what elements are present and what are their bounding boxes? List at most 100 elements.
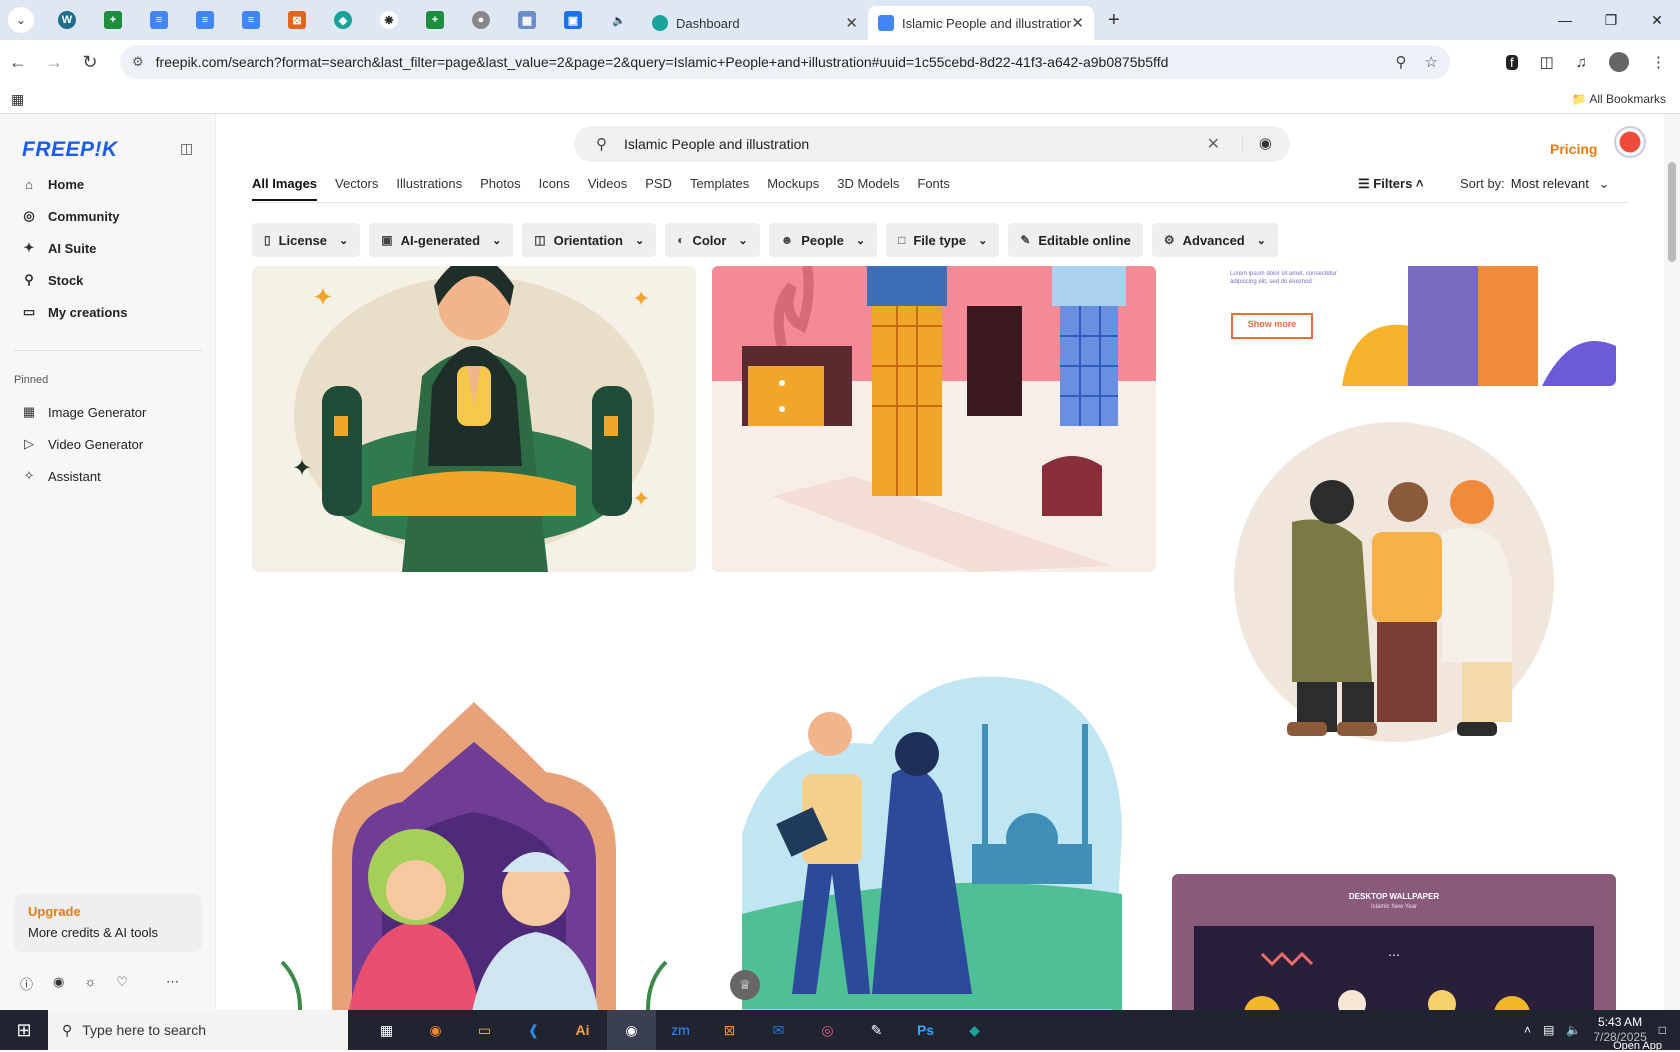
notification-center-icon[interactable]: □ xyxy=(1659,1023,1666,1037)
file-explorer-icon[interactable]: ▭ xyxy=(460,1010,509,1050)
taskbar-search-input[interactable]: ⚲ Type here to search xyxy=(48,1010,348,1050)
result-card-three-people[interactable] xyxy=(1172,402,1616,742)
tab-dashboard[interactable]: Dashboard ✕ xyxy=(642,6,868,40)
filters-toggle[interactable]: ☰ Filters ˄ xyxy=(1358,176,1424,192)
media-control-icon[interactable]: ♫ xyxy=(1576,54,1587,71)
creative-cloud-icon[interactable]: ◎ xyxy=(803,1010,852,1050)
chip-advanced[interactable]: ⚙ Advanced ⌄ xyxy=(1151,223,1278,257)
chip-ai-generated[interactable]: ▣ AI-generated ⌄ xyxy=(369,223,514,257)
result-card-couple-mosque[interactable] xyxy=(712,614,1156,1010)
vscode-icon[interactable]: ❰ xyxy=(509,1010,558,1050)
help-icon[interactable]: ⓘ xyxy=(20,974,33,993)
pricing-link[interactable]: Pricing xyxy=(1550,141,1597,157)
tab-mockups[interactable]: Mockups xyxy=(767,176,819,201)
sidebar-item-stock[interactable]: ⚲ Stock xyxy=(20,270,83,290)
crown-floating-icon[interactable]: ♕ xyxy=(730,970,760,1000)
result-card-woman-praying[interactable]: ✦ ✦ ✦ ✦ xyxy=(252,266,696,572)
tab-search-chevron-icon[interactable]: ⌄ xyxy=(8,7,34,33)
tray-chevron-up-icon[interactable]: ˄ xyxy=(1524,1023,1531,1037)
page-scrollbar[interactable] xyxy=(1664,114,1680,1010)
chip-color[interactable]: ◐ Color ⌄ xyxy=(665,223,760,257)
banner-show-more-button[interactable]: Show more xyxy=(1232,319,1312,329)
task-view-icon[interactable]: ▦ xyxy=(362,1010,411,1050)
scrollbar-thumb[interactable] xyxy=(1668,162,1676,262)
bookmark-star-icon[interactable]: ☆ xyxy=(1425,53,1438,71)
zoom-app-icon[interactable]: zm xyxy=(656,1010,705,1050)
search-input[interactable]: ⚲ Islamic People and illustration ✕ ◉ xyxy=(574,126,1290,162)
forward-arrow-icon[interactable]: → xyxy=(36,52,72,73)
avatar[interactable] xyxy=(1614,126,1646,158)
result-card-banner[interactable]: Lorem ipsum dolor sit amet, consectetur … xyxy=(1172,266,1616,386)
pinned-tab[interactable]: + xyxy=(412,4,458,36)
network-icon[interactable]: ▤ xyxy=(1543,1023,1554,1037)
pinned-tab[interactable]: W xyxy=(44,4,90,36)
font-extension-icon[interactable]: f xyxy=(1505,54,1518,70)
browser-menu-icon[interactable]: ⋮ xyxy=(1651,53,1666,71)
profile-avatar-icon[interactable] xyxy=(1609,52,1629,72)
pinned-tab[interactable]: ≡ xyxy=(136,4,182,36)
outlook-icon[interactable]: ✉ xyxy=(754,1010,803,1050)
tab-freepik[interactable]: Islamic People and illustration v ✕ xyxy=(868,6,1094,40)
sidebar-item-community[interactable]: ◎ Community xyxy=(20,206,119,226)
all-bookmarks[interactable]: 📁 All Bookmarks xyxy=(1572,92,1666,106)
result-card-desktop-wallpaper[interactable]: ⋯ DESKTOP WALLPAPER Islamic New Year xyxy=(1172,874,1616,1010)
pen-tool-icon[interactable]: ✎ xyxy=(852,1010,901,1050)
pinned-tab[interactable]: ◆ xyxy=(320,4,366,36)
camera-search-icon[interactable]: ◉ xyxy=(1241,134,1272,152)
more-options-icon[interactable]: ⋯ xyxy=(166,974,179,993)
tab-vectors[interactable]: Vectors xyxy=(335,176,378,201)
minimize-icon[interactable]: — xyxy=(1542,0,1588,40)
tab-videos[interactable]: Videos xyxy=(588,176,628,201)
sidebar-item-assistant[interactable]: ✧ Assistant xyxy=(20,466,101,486)
tab-psd[interactable]: PSD xyxy=(645,176,672,201)
photoshop-icon[interactable]: Ps xyxy=(901,1010,950,1050)
discord-icon[interactable]: ◉ xyxy=(53,974,64,993)
reload-icon[interactable]: ↻ xyxy=(72,52,108,73)
site-info-icon[interactable]: ⚙ xyxy=(132,54,144,70)
pinned-tab[interactable]: ▣ xyxy=(550,4,596,36)
close-window-icon[interactable]: ✕ xyxy=(1634,0,1680,40)
clear-search-icon[interactable]: ✕ xyxy=(1207,134,1220,154)
chip-license[interactable]: ▯ License ⌄ xyxy=(252,223,361,257)
sidebar-item-home[interactable]: ⌂ Home xyxy=(20,174,84,194)
close-tab-icon[interactable]: ✕ xyxy=(1071,14,1084,32)
pinned-tab[interactable]: ≡ xyxy=(182,4,228,36)
address-bar[interactable]: ⚙ freepik.com/search?format=search&last_… xyxy=(120,45,1450,79)
tab-3d-models[interactable]: 3D Models xyxy=(837,176,899,201)
chip-editable-online[interactable]: ✎ Editable online xyxy=(1008,223,1143,257)
sidebar-item-video-generator[interactable]: ▷ Video Generator xyxy=(20,434,143,454)
back-arrow-icon[interactable]: ← xyxy=(0,52,36,73)
pinned-tab[interactable]: ▦ xyxy=(504,4,550,36)
pinned-tab[interactable]: ❋ xyxy=(366,4,412,36)
chip-file-type[interactable]: □ File type ⌄ xyxy=(886,223,1000,257)
firefox-icon[interactable]: ◉ xyxy=(411,1010,460,1050)
sidebar-item-my-creations[interactable]: ▭ My creations xyxy=(20,302,128,322)
notifications-bell-icon[interactable]: ♡ xyxy=(116,974,128,993)
volume-icon[interactable]: 🔈 xyxy=(1566,1023,1581,1037)
pinned-tab[interactable]: ⊠ xyxy=(274,4,320,36)
tab-icons[interactable]: Icons xyxy=(539,176,570,201)
tab-photos[interactable]: Photos xyxy=(480,176,520,201)
pinned-tab[interactable]: ≡ xyxy=(228,4,274,36)
pinned-tab[interactable]: ● xyxy=(458,4,504,36)
collapse-sidebar-icon[interactable]: ◫ xyxy=(180,140,193,157)
tab-illustrations[interactable]: Illustrations xyxy=(396,176,462,201)
sidebar-item-ai-suite[interactable]: ✦ AI Suite xyxy=(20,238,97,258)
tab-all-images[interactable]: All Images xyxy=(252,176,318,201)
xampp-icon[interactable]: ⊠ xyxy=(705,1010,754,1050)
theme-toggle-icon[interactable]: ☼ xyxy=(84,974,96,993)
app-icon[interactable]: ◆ xyxy=(950,1010,999,1050)
freepik-logo[interactable]: FREEP!K xyxy=(22,138,118,162)
extensions-puzzle-icon[interactable]: ◫ xyxy=(1540,53,1554,71)
tab-templates[interactable]: Templates xyxy=(690,176,749,201)
sidebar-item-image-generator[interactable]: ▦ Image Generator xyxy=(20,402,146,422)
pinned-tab[interactable]: + xyxy=(90,4,136,36)
chip-orientation[interactable]: ◫ Orientation ⌄ xyxy=(522,223,657,257)
sort-dropdown[interactable]: Sort by: Most relevant ⌄ xyxy=(1460,176,1609,192)
new-tab-plus-icon[interactable]: + xyxy=(1108,9,1120,32)
restore-icon[interactable]: ❐ xyxy=(1588,0,1634,40)
pinned-tab[interactable]: 🔈 xyxy=(596,4,642,36)
apps-grid-icon[interactable]: ▦ xyxy=(11,91,24,108)
tab-fonts[interactable]: Fonts xyxy=(917,176,950,201)
windows-start-icon[interactable]: ⊞ xyxy=(0,1020,48,1041)
